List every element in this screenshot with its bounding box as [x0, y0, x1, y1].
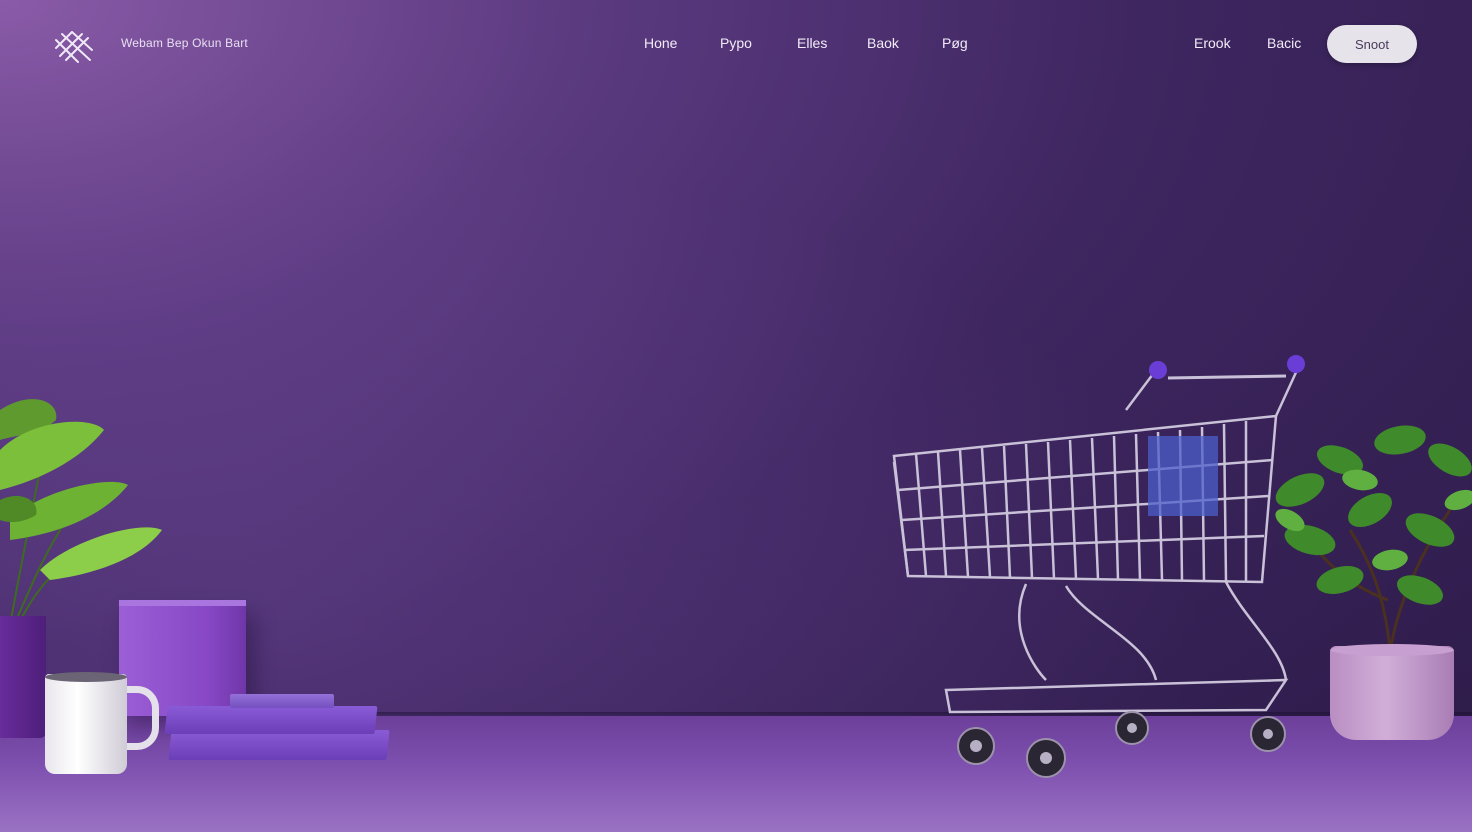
mug-rim [45, 672, 127, 682]
nav-link-right-2[interactable]: Bacic [1267, 35, 1301, 51]
nav-link-5[interactable]: Pøg [942, 35, 968, 51]
shopping-cart-illustration [892, 355, 1305, 778]
white-mug [45, 674, 127, 774]
right-plant-pot [1330, 646, 1454, 740]
brand-name[interactable]: Webam Bep Okun Bart [121, 36, 248, 50]
right-plant-illustration [1275, 425, 1472, 653]
nav-link-3[interactable]: Elles [797, 35, 827, 51]
right-plant-pot-rim [1330, 644, 1454, 656]
top-nav: Webam Bep Okun Bart Hone Pypo Elles Bаok… [0, 0, 1472, 88]
nav-link-home[interactable]: Hone [644, 35, 677, 51]
nav-link-4[interactable]: Bаok [867, 35, 899, 51]
cta-button[interactable]: Snoot [1327, 25, 1417, 63]
book-top [230, 694, 334, 708]
left-plant-illustration [0, 399, 162, 626]
nav-link-2[interactable]: Pypo [720, 35, 752, 51]
left-plant-pot [0, 616, 46, 738]
book-middle [164, 706, 378, 734]
crosshatch-logo-icon[interactable] [52, 28, 94, 64]
nav-link-right-1[interactable]: Erook [1194, 35, 1231, 51]
purple-cube-top [119, 600, 246, 606]
book-bottom [168, 730, 390, 760]
